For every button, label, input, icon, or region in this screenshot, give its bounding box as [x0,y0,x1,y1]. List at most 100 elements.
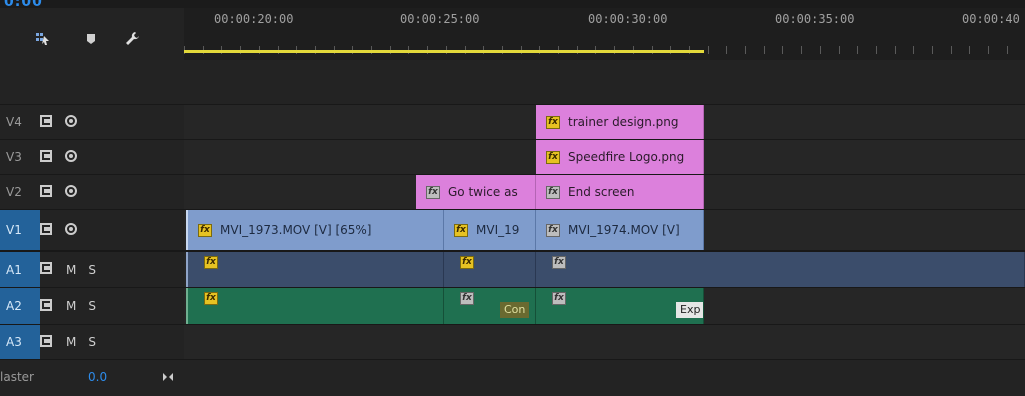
fx-icon: fx [546,223,560,237]
work-area-bar[interactable] [184,50,704,53]
track-label-a1[interactable]: A1 [0,252,40,287]
clip-go-twice[interactable]: fx Go twice as [416,175,536,209]
ruler-tick [913,46,915,54]
clip-label: MVI_19 [476,223,520,237]
mute-button[interactable]: M [66,263,76,277]
clip-mvi-1973[interactable]: fx MVI_1973.MOV [V] [65%] [186,210,444,250]
track-label-v2[interactable]: V2 [0,175,40,209]
eye-icon[interactable] [64,222,78,238]
track-label-v3[interactable]: V3 [0,140,40,174]
track-row-master: laster 0.0 [0,360,1025,396]
label-spacer [0,60,184,104]
fx-icon: fx [546,185,560,199]
ruler-tick [950,46,952,54]
clip-label: MVI_1973.MOV [V] [65%] [220,223,372,237]
ruler-tick [819,46,821,54]
track-row-v4: V4 fx trainer design.png [0,105,1025,139]
clip-mvi-1974[interactable]: fx MVI_1974.MOV [V] [536,210,704,250]
sync-lock-icon[interactable] [40,114,54,130]
ruler-tick [745,46,746,54]
fx-icon: fx [204,256,218,269]
ruler-tick [782,46,784,54]
fx-icon: fx [198,223,212,237]
track-lane-a1[interactable]: fx fx fx [184,252,1025,287]
audio-clip-mvi-1973[interactable]: fx [186,252,444,287]
ruler-tick [1006,46,1008,54]
fx-icon: fx [454,223,468,237]
audio-clip-a2-3[interactable]: fx Exp [536,288,704,324]
solo-button[interactable]: S [88,263,96,277]
ruler-label-35s: 00:00:35:00 [775,12,855,26]
track-row-a2: A2 M S fx fx Con fx Exp [0,288,1025,324]
track-controls-v3 [40,140,78,174]
sync-lock-icon[interactable] [40,149,54,165]
solo-button[interactable]: S [88,299,96,313]
track-lane-v3[interactable]: fx Speedfire Logo.png [184,140,1025,174]
eye-icon[interactable] [64,149,78,165]
track-row-a1: A1 M S fx fx fx [0,252,1025,287]
audio-clip-a2-1[interactable]: fx [186,288,444,324]
clip-mvi-19[interactable]: fx MVI_19 [444,210,536,250]
mute-button[interactable]: M [66,299,76,313]
track-lane-v2[interactable]: fx Go twice as fx End screen [184,175,1025,209]
clip-speedfire-logo[interactable]: fx Speedfire Logo.png [536,140,704,174]
ruler-tick [988,46,990,54]
track-label-v1[interactable]: V1 [0,210,40,250]
eye-icon[interactable] [64,114,78,130]
track-label-v4[interactable]: V4 [0,105,40,139]
sync-lock-icon[interactable] [40,262,54,277]
track-controls-a2: M S [40,288,96,324]
clip-label: trainer design.png [568,115,679,129]
master-label: laster [0,370,34,384]
track-row-v1: V1 fx MVI_1973.MOV [V] [65%] fx MVI_19 f… [0,210,1025,250]
ruler-tick [838,46,840,54]
wrench-icon[interactable] [124,30,142,48]
track-lane-a2[interactable]: fx fx Con fx Exp [184,288,1025,324]
clip-label: Speedfire Logo.png [568,150,685,164]
ruler-tick [726,46,728,54]
track-spacer [184,60,1025,104]
track-lane-v1[interactable]: fx MVI_1973.MOV [V] [65%] fx MVI_19 fx M… [184,210,1025,250]
top-strip [0,0,1025,8]
clip-badge-con: Con [500,302,530,318]
fx-icon: fx [552,292,566,305]
audio-clip-mvi-19[interactable]: fx [444,252,536,287]
sync-lock-icon[interactable] [40,298,54,314]
timeline-header-tools [0,8,184,60]
eye-icon[interactable] [64,184,78,200]
track-label-a2[interactable]: A2 [0,288,40,324]
master-end-icon[interactable] [162,371,174,386]
audio-clip-a2-2[interactable]: fx Con [444,288,536,324]
ruler-label-40s: 00:00:40 [962,12,1020,26]
fx-icon: fx [460,256,474,269]
track-controls-v2 [40,175,78,209]
ruler-tick [932,46,933,54]
track-row-v3: V3 fx Speedfire Logo.png [0,140,1025,174]
snap-icon[interactable] [34,30,52,48]
audio-clip-mvi-1974[interactable]: fx [536,252,1025,287]
clip-label: End screen [568,185,635,199]
track-lane-master[interactable] [184,360,1025,396]
ruler-tick [801,46,803,54]
sync-lock-icon[interactable] [40,222,54,238]
ruler-label-20s: 00:00:20:00 [214,12,294,26]
ruler-tick [875,46,877,54]
track-lane-a3[interactable] [184,325,1025,359]
track-label-a3[interactable]: A3 [0,325,40,359]
sync-lock-icon[interactable] [40,184,54,200]
ruler-tick [969,46,971,54]
clip-end-screen[interactable]: fx End screen [536,175,704,209]
track-lane-v4[interactable]: fx trainer design.png [184,105,1025,139]
ruler-tick [763,46,765,54]
clip-trainer-design[interactable]: fx trainer design.png [536,105,704,139]
ruler-label-30s: 00:00:30:00 [588,12,668,26]
sync-lock-icon[interactable] [40,334,54,350]
mute-button[interactable]: M [66,335,76,349]
master-volume-value[interactable]: 0.0 [88,370,107,384]
clip-label: Go twice as [448,185,518,199]
marker-icon[interactable] [82,30,100,48]
track-controls-a1: M S [40,252,96,287]
fx-icon: fx [426,185,440,199]
solo-button[interactable]: S [88,335,96,349]
clip-badge-exp: Exp [676,302,703,318]
